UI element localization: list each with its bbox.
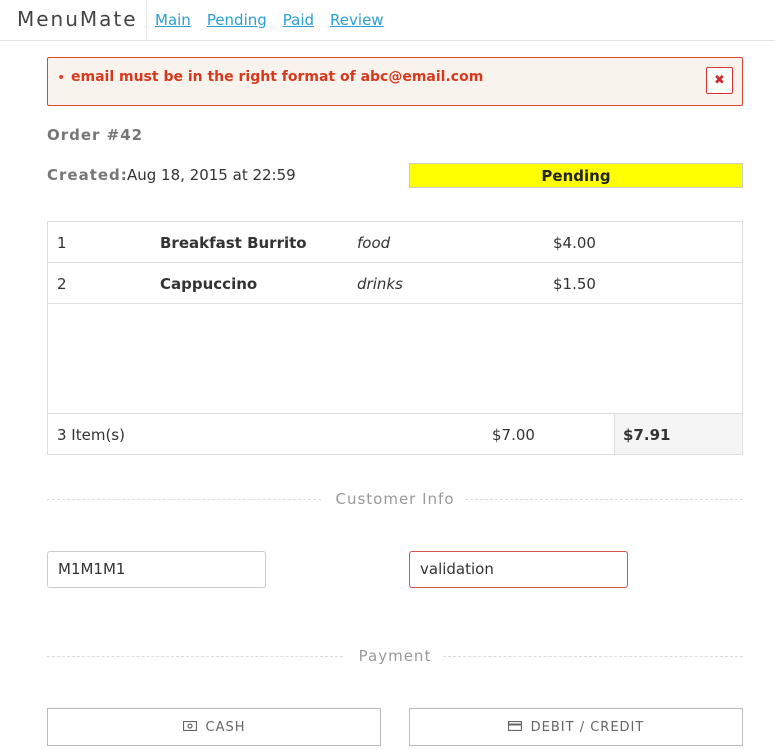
brand-name[interactable]: MenuMate: [17, 7, 138, 31]
table-row[interactable]: 2 Cappuccino drinks $1.50: [48, 263, 742, 304]
nav-link-main[interactable]: Main: [155, 11, 191, 29]
grand-total-cell: $7.91: [614, 414, 742, 454]
item-category: drinks: [357, 275, 403, 293]
cash-button-label: CASH: [205, 719, 246, 735]
debit-credit-button[interactable]: DEBIT / CREDIT: [409, 708, 743, 746]
money-icon: [182, 720, 197, 734]
nav-links: Main Pending Paid Review: [155, 11, 400, 29]
table-row[interactable]: 1 Breakfast Burrito food $4.00: [48, 222, 742, 263]
email-field[interactable]: validation: [409, 551, 628, 588]
credit-card-icon: [507, 720, 522, 734]
nav-link-review[interactable]: Review: [330, 11, 384, 29]
close-icon: ✖: [714, 73, 725, 88]
status-badge: Pending: [409, 163, 743, 188]
close-alert-button[interactable]: ✖: [706, 67, 733, 94]
item-name: Cappuccino: [160, 275, 258, 293]
items-table: 1 Breakfast Burrito food $4.00 2 Cappucc…: [47, 221, 743, 455]
cash-button[interactable]: CASH: [47, 708, 381, 746]
created-value: Aug 18, 2015 at 22:59: [127, 166, 296, 184]
order-title: Order #42: [47, 126, 144, 144]
table-empty-area: [48, 304, 742, 414]
brand[interactable]: MenuMate: [0, 0, 147, 40]
customer-info-heading: Customer Info: [335, 490, 455, 508]
item-number: 2: [57, 275, 67, 293]
item-category: food: [357, 234, 391, 252]
item-name: Breakfast Burrito: [160, 234, 307, 252]
bullet-icon: •: [57, 70, 66, 86]
grand-total: $7.91: [623, 426, 671, 444]
created-label: Created:: [47, 166, 128, 184]
customer-info-divider: Customer Info: [47, 490, 743, 510]
item-number: 1: [57, 234, 67, 252]
subtotal: $7.00: [492, 426, 535, 444]
payment-divider: Payment: [47, 647, 743, 667]
nav-link-pending[interactable]: Pending: [207, 11, 267, 29]
nav-link-paid[interactable]: Paid: [283, 11, 314, 29]
totals-row: 3 Item(s) $7.00 $7.91: [48, 414, 742, 454]
payment-heading: Payment: [358, 647, 432, 665]
navbar: MenuMate Main Pending Paid Review: [0, 0, 775, 41]
item-count: 3 Item(s): [57, 426, 125, 444]
debit-credit-button-label: DEBIT / CREDIT: [530, 719, 645, 735]
postal-code-field[interactable]: M1M1M1: [47, 551, 266, 588]
item-price: $1.50: [553, 275, 596, 293]
item-price: $4.00: [553, 234, 596, 252]
alert-message: email must be in the right format of abc…: [71, 69, 484, 85]
error-alert: • email must be in the right format of a…: [47, 57, 743, 106]
